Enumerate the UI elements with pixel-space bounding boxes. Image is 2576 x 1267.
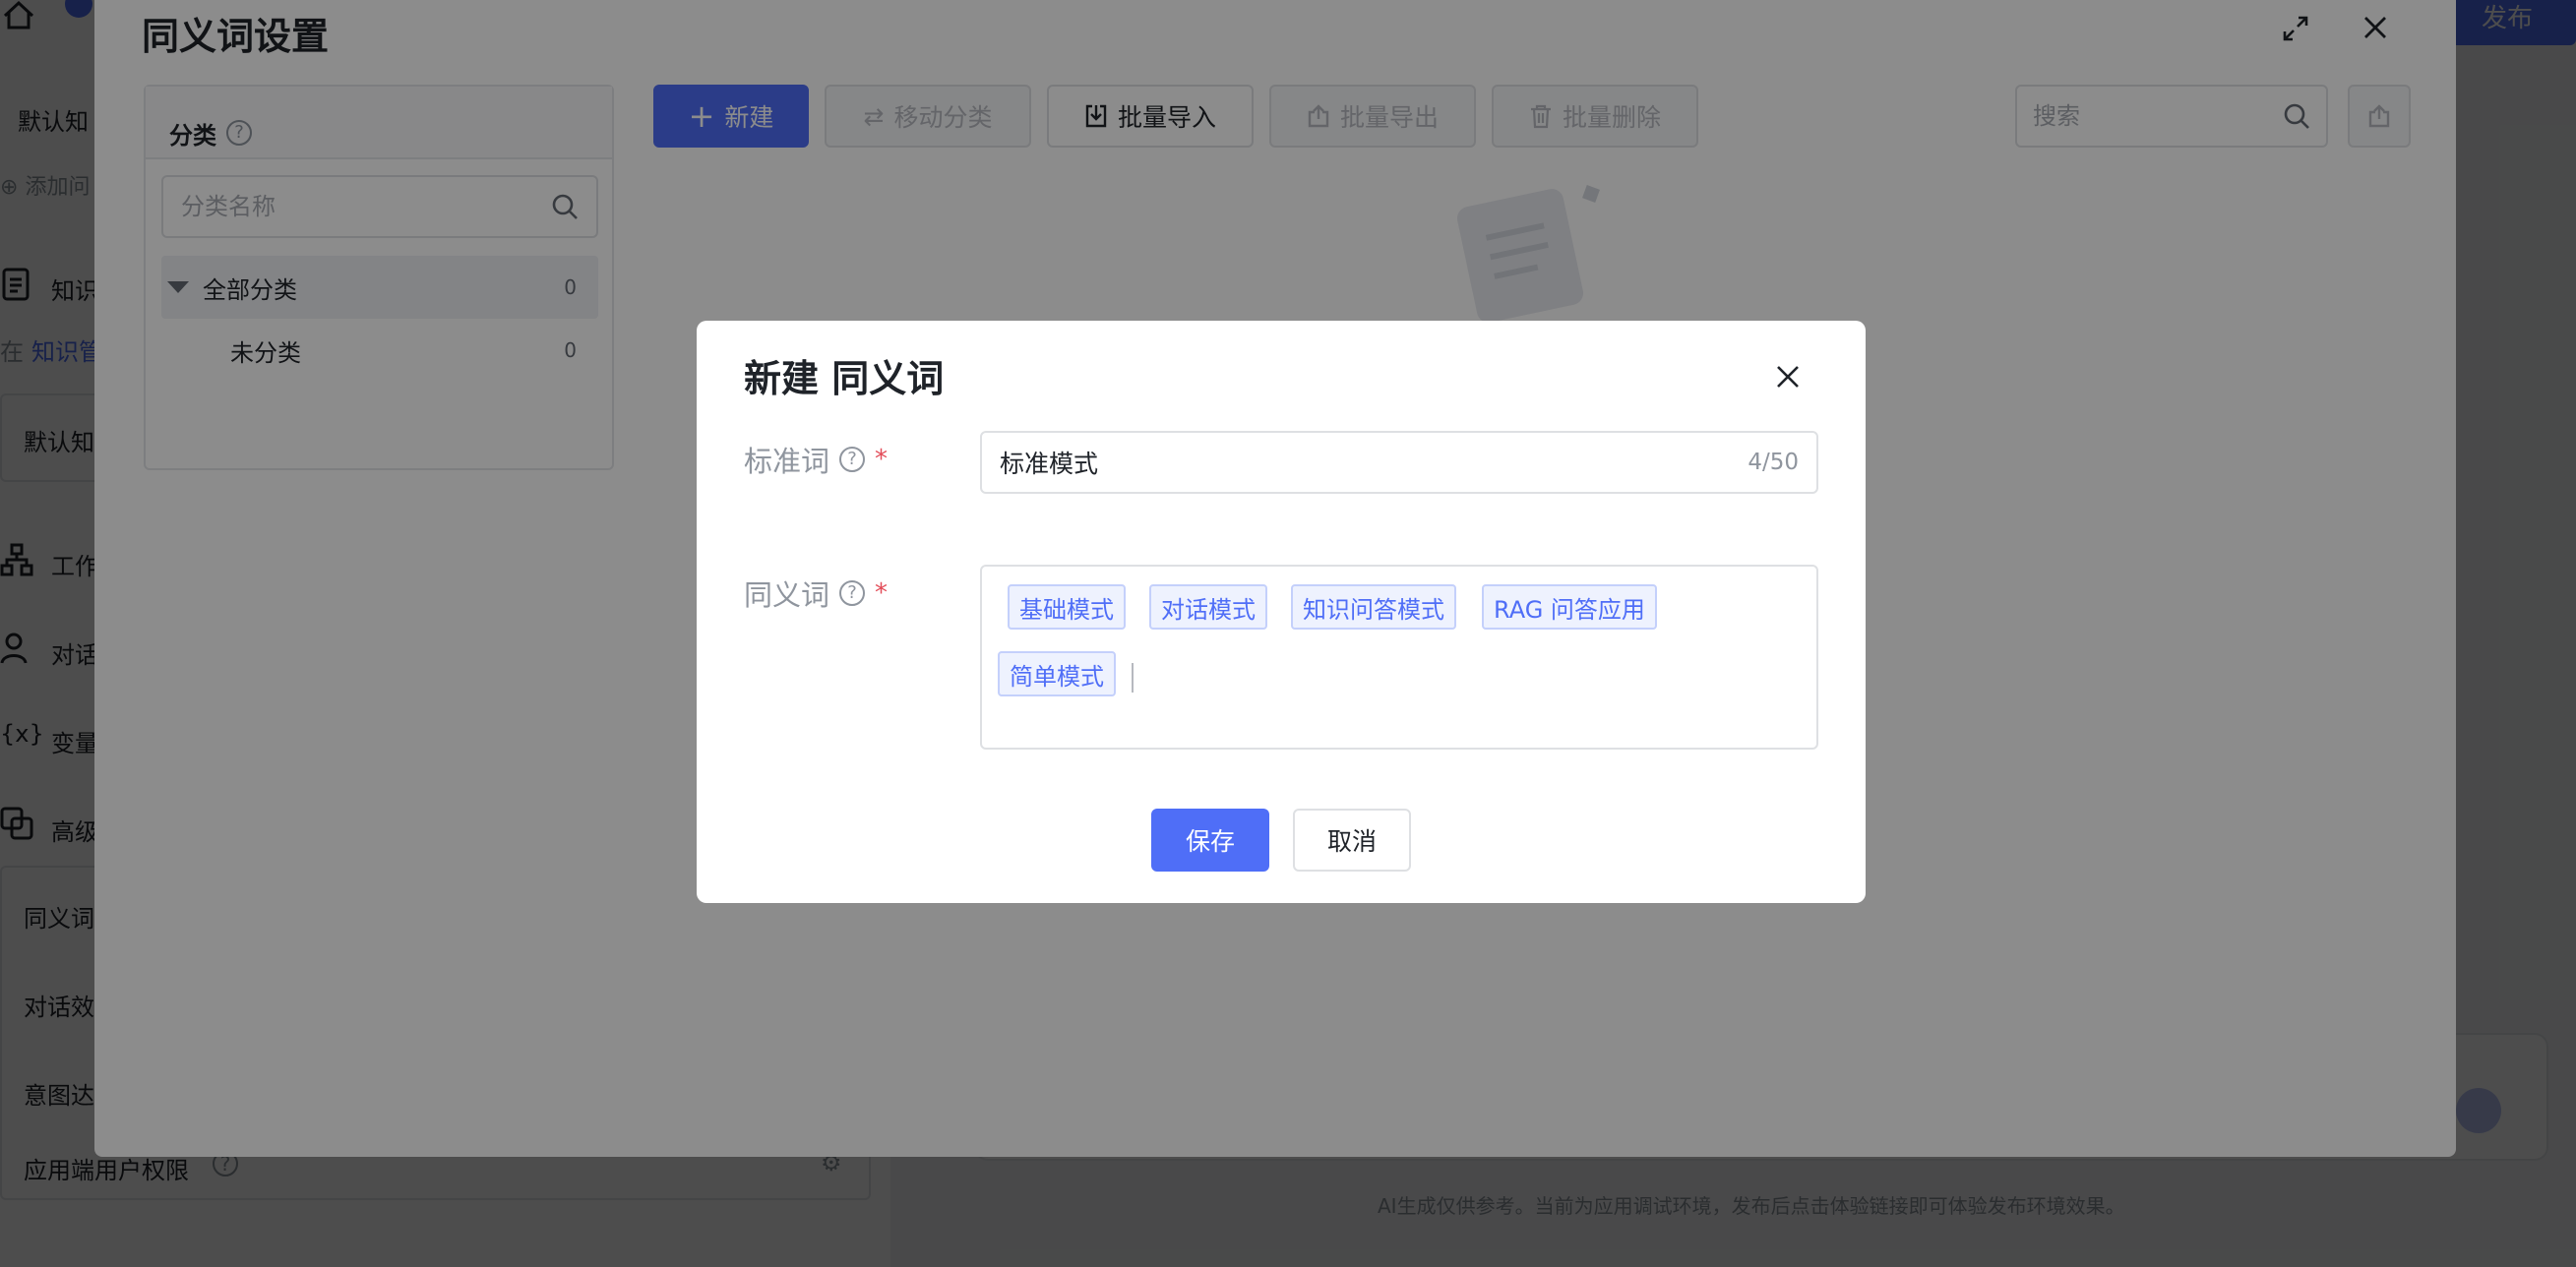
dialog-title: 新建 同义词: [744, 357, 945, 400]
close-icon[interactable]: [1773, 362, 1803, 392]
synonyms-label: 同义词 ? *: [744, 573, 888, 614]
standard-word-field[interactable]: 4/50: [980, 431, 1818, 494]
standard-word-label: 标准词 ? *: [744, 439, 888, 480]
new-synonym-dialog: 新建 同义词 标准词 ? * 4/50 同义词 ? * 基础模式 对话模式 知识…: [697, 321, 1866, 903]
synonym-tag-input[interactable]: 基础模式 对话模式 知识问答模式 RAG 问答应用 简单模式: [980, 565, 1818, 750]
required-mark: *: [875, 578, 889, 608]
synonym-tag[interactable]: RAG 问答应用: [1482, 584, 1657, 630]
help-icon: ?: [839, 447, 866, 472]
required-mark: *: [875, 445, 889, 474]
help-icon: ?: [839, 580, 866, 606]
synonym-tag[interactable]: 对话模式: [1149, 584, 1267, 630]
synonym-tag[interactable]: 知识问答模式: [1291, 584, 1456, 630]
char-counter: 4/50: [1748, 450, 1799, 475]
text-cursor: [1132, 663, 1134, 693]
standard-word-label-text: 标准词: [744, 445, 830, 478]
standard-word-input[interactable]: [1000, 448, 1708, 477]
synonym-tag[interactable]: 简单模式: [998, 651, 1116, 696]
synonym-tag[interactable]: 基础模式: [1008, 584, 1126, 630]
cancel-button[interactable]: 取消: [1293, 809, 1411, 872]
save-button[interactable]: 保存: [1151, 809, 1269, 872]
synonyms-label-text: 同义词: [744, 578, 830, 612]
